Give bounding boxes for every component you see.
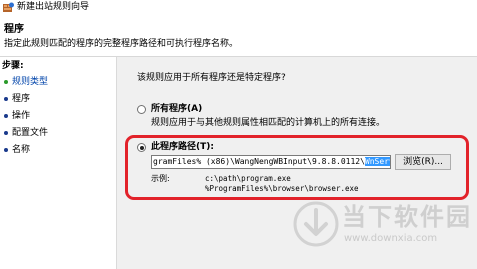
example-line: %ProgramFiles%\browser\browser.exe <box>205 184 359 193</box>
step-label: 规则类型 <box>12 77 49 87</box>
firewall-wizard-icon <box>3 2 14 12</box>
step-done-bullet-icon <box>4 80 8 84</box>
window-title: 新建出站规则向导 <box>17 2 90 12</box>
step-bullet-icon <box>4 148 8 152</box>
this-program-label[interactable]: 此程序路径(T): <box>151 142 214 153</box>
browse-button[interactable]: 浏览(R)... <box>395 154 451 170</box>
scope-question: 该规则应用于所有程序还是特定程序? <box>137 73 286 83</box>
step-label: 程序 <box>12 94 31 104</box>
path-selected-text: WnService.exe <box>364 157 390 166</box>
all-programs-description: 规则应用于与其他规则属性相匹配的计算机上的所有连接。 <box>151 118 386 128</box>
page-title: 程序 <box>4 24 24 35</box>
example-line: c:\path\program.exe <box>205 174 291 183</box>
this-program-radio[interactable] <box>137 143 146 152</box>
step-name: 名称 <box>0 143 116 159</box>
step-label: 名称 <box>12 145 31 155</box>
step-label: 配置文件 <box>12 128 49 138</box>
all-programs-radio[interactable] <box>137 105 146 114</box>
watermark-url: www.downxia.com <box>344 233 438 244</box>
watermark-text: 当下软件园 <box>342 203 472 231</box>
step-bullet-icon <box>4 131 8 135</box>
page-header: 程序 指定此规则匹配的程序的完整程序路径和可执行程序名称。 <box>0 16 477 56</box>
step-label: 操作 <box>12 111 31 121</box>
program-path-input[interactable]: gramFiles% (x86)\WangNengWBInput\9.8.8.0… <box>151 155 391 169</box>
step-action: 操作 <box>0 109 116 125</box>
example-label: 示例: <box>151 174 170 183</box>
path-text: gramFiles% (x86)\WangNengWBInput\9.8.8.0… <box>153 157 365 166</box>
steps-sidebar: 步骤: 规则类型 程序 操作 配置文件 名称 <box>0 57 116 269</box>
watermark-logo-icon <box>293 201 339 247</box>
step-bullet-icon <box>4 114 8 118</box>
step-program[interactable]: 程序 <box>0 92 116 108</box>
step-bullet-icon <box>4 97 8 101</box>
step-rule-type[interactable]: 规则类型 <box>0 75 116 91</box>
page-description: 指定此规则匹配的程序的完整程序路径和可执行程序名称。 <box>4 39 239 49</box>
steps-label: 步骤: <box>2 61 24 71</box>
step-profile: 配置文件 <box>0 126 116 142</box>
all-programs-label[interactable]: 所有程序(A) <box>151 104 202 115</box>
title-bar: 新建出站规则向导 <box>0 0 477 16</box>
